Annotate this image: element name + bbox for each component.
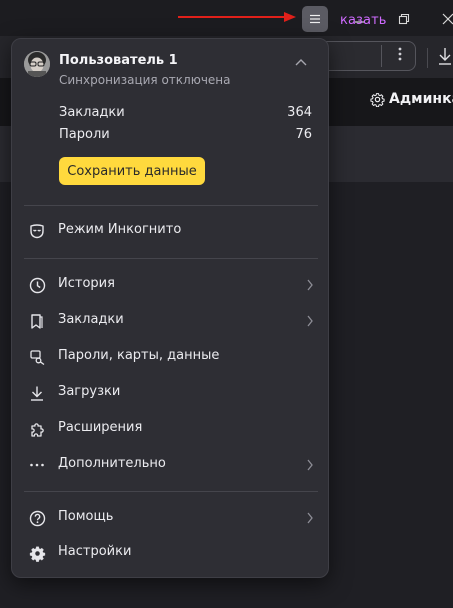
- save-data-button[interactable]: Сохранить данные: [59, 157, 205, 185]
- main-menu-dropdown: Пользователь 1 Синхронизация отключена З…: [11, 38, 329, 578]
- kebab-icon[interactable]: [391, 45, 409, 63]
- help-icon: [28, 509, 46, 527]
- stat-bookmarks: Закладки 364: [59, 105, 312, 120]
- menu-divider: [24, 205, 318, 206]
- bookmark-icon: [28, 312, 46, 330]
- stat-value: 364: [287, 105, 312, 120]
- chevron-right-icon: [307, 315, 313, 327]
- profile-name[interactable]: Пользователь 1: [59, 53, 178, 68]
- toolbar-separator: [427, 48, 428, 68]
- menu-item-more[interactable]: Дополнительно: [12, 448, 328, 482]
- stat-label: Закладки: [59, 105, 125, 120]
- sync-status: Синхронизация отключена: [59, 73, 231, 87]
- menu-item-label: Пароли, карты, данные: [58, 348, 220, 363]
- restore-icon: [398, 13, 410, 25]
- key-card-icon: [28, 348, 46, 366]
- chevron-up-icon[interactable]: [294, 57, 308, 67]
- menu-item-label: Загрузки: [58, 384, 121, 399]
- avatar[interactable]: [24, 51, 50, 77]
- menu-item-label: Закладки: [58, 312, 124, 327]
- profile-section: Пользователь 1 Синхронизация отключена З…: [12, 39, 328, 199]
- main-menu-button[interactable]: [302, 6, 328, 32]
- menu-item-downloads[interactable]: Загрузки: [12, 376, 328, 410]
- menu-item-bookmarks[interactable]: Закладки: [12, 304, 328, 338]
- toolbar-pill-label[interactable]: казать: [340, 13, 387, 28]
- download-icon: [28, 384, 46, 402]
- menu-item-extensions[interactable]: Расширения: [12, 412, 328, 446]
- incognito-mask-icon: [28, 222, 46, 240]
- menu-item-label: Расширения: [58, 420, 143, 435]
- stat-value: 76: [295, 127, 312, 142]
- close-icon: [442, 13, 453, 25]
- close-button[interactable]: [435, 6, 453, 32]
- chevron-right-icon: [307, 512, 313, 524]
- toolbar-pill-divider: [381, 45, 382, 67]
- menu-item-label: Дополнительно: [58, 456, 166, 471]
- menu-item-label: Настройки: [58, 544, 132, 559]
- menu-item-settings[interactable]: Настройки: [12, 536, 328, 570]
- menu-item-passwords[interactable]: Пароли, карты, данные: [12, 340, 328, 374]
- menu-divider: [24, 491, 318, 492]
- bookmark-admin[interactable]: Админка: [370, 91, 453, 107]
- stat-label: Пароли: [59, 127, 110, 142]
- more-dots-icon: [28, 456, 46, 474]
- gear-icon: [28, 544, 46, 562]
- menu-item-incognito[interactable]: Режим Инкогнито: [12, 214, 328, 248]
- chevron-right-icon: [307, 459, 313, 471]
- puzzle-icon: [28, 420, 46, 438]
- bookmark-admin-label: Админка: [389, 91, 453, 107]
- gear-icon: [370, 92, 385, 107]
- hamburger-icon: [310, 14, 320, 24]
- clock-icon: [28, 276, 46, 294]
- chevron-right-icon: [307, 279, 313, 291]
- annotation-arrow: [178, 12, 296, 22]
- menu-item-help[interactable]: Помощь: [12, 501, 328, 535]
- restore-button[interactable]: [391, 6, 417, 32]
- menu-item-history[interactable]: История: [12, 268, 328, 302]
- stat-passwords: Пароли 76: [59, 127, 312, 142]
- download-icon[interactable]: [437, 46, 453, 66]
- menu-item-label: Помощь: [58, 509, 114, 524]
- menu-divider: [24, 258, 318, 259]
- menu-item-label: История: [58, 276, 115, 291]
- menu-item-label: Режим Инкогнито: [58, 222, 182, 237]
